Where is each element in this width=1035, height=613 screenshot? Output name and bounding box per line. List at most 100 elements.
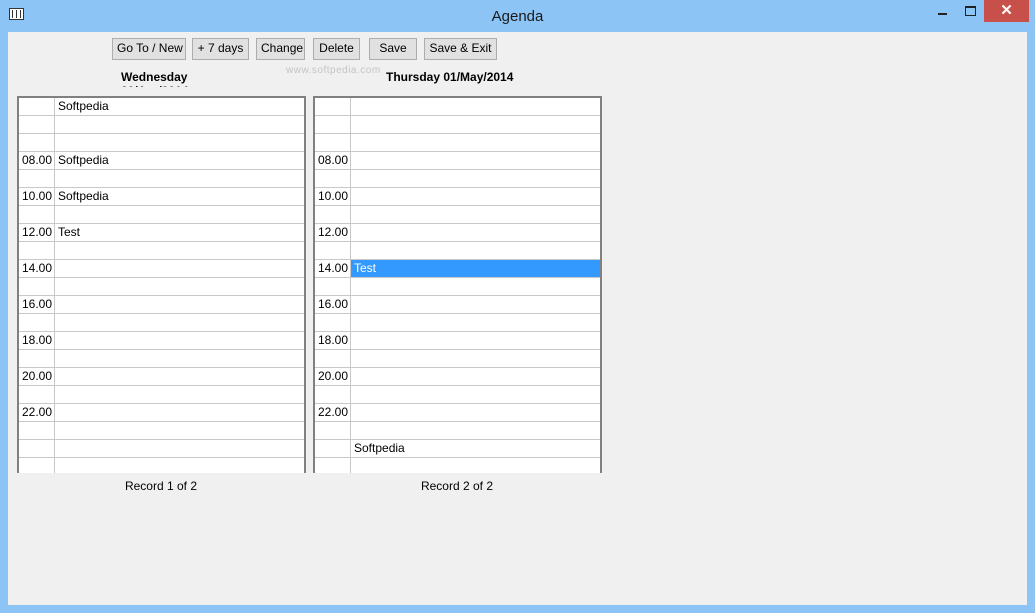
table-row[interactable]: 12.00 Test [19,224,304,242]
entry-cell[interactable] [55,386,304,403]
minimize-button[interactable] [928,0,956,22]
table-row[interactable]: 12.00 [315,224,600,242]
entry-cell[interactable] [351,350,600,367]
table-row[interactable]: 18.00 [315,332,600,350]
entry-cell[interactable]: Softpedia [55,152,304,169]
entry-cell[interactable] [351,98,600,115]
table-row[interactable] [19,314,304,332]
table-row[interactable]: 10.00 [315,188,600,206]
go-to-new-button[interactable]: Go To / New [112,38,186,60]
table-row[interactable] [315,116,600,134]
day1-grid[interactable]: Softpedia 08.00 Softpedia 10.00 Softpedia 12.… [17,96,306,473]
time-cell: 14.00 [19,260,55,277]
change-label: Change [261,41,304,55]
entry-cell[interactable] [351,458,600,473]
entry-cell[interactable] [351,170,600,187]
table-row[interactable]: 14.00 [19,260,304,278]
entry-cell[interactable] [55,404,304,421]
table-row[interactable] [19,350,304,368]
table-row[interactable]: 16.00 [315,296,600,314]
entry-cell[interactable] [351,116,600,133]
entry-cell[interactable] [55,332,304,349]
entry-cell[interactable] [55,368,304,385]
entry-cell[interactable] [55,134,304,151]
entry-cell[interactable]: Test [351,260,600,277]
table-row[interactable] [19,206,304,224]
entry-cell[interactable] [351,332,600,349]
entry-cell[interactable] [55,422,304,439]
table-row[interactable] [19,134,304,152]
plus-7-days-button[interactable]: + 7 days [192,38,249,60]
table-row[interactable]: 20.00 [19,368,304,386]
entry-cell[interactable] [351,404,600,421]
entry-cell[interactable] [55,170,304,187]
save-button[interactable]: Save [369,38,417,60]
entry-cell[interactable] [351,134,600,151]
table-row[interactable] [315,134,600,152]
table-row[interactable]: Softpedia [19,98,304,116]
table-row[interactable] [19,440,304,458]
entry-cell[interactable]: Test [55,224,304,241]
entry-cell[interactable] [55,116,304,133]
table-row[interactable]: 18.00 [19,332,304,350]
entry-cell[interactable] [55,440,304,457]
close-button[interactable]: ✕ [984,0,1029,22]
entry-cell[interactable]: Softpedia [55,98,304,115]
entry-cell[interactable]: Softpedia [351,440,600,457]
entry-cell[interactable] [351,314,600,331]
watermark: www.softpedia.com [286,65,381,76]
time-cell: 10.00 [315,188,351,205]
table-row[interactable]: 16.00 [19,296,304,314]
table-row[interactable] [315,206,600,224]
table-row[interactable]: 22.00 [19,404,304,422]
table-row[interactable]: 10.00 Softpedia [19,188,304,206]
entry-cell[interactable] [351,386,600,403]
table-row[interactable] [19,458,304,473]
table-row[interactable]: 08.00 Softpedia [19,152,304,170]
entry-cell[interactable] [55,314,304,331]
table-row[interactable]: Softpedia [315,440,600,458]
entry-cell[interactable] [351,368,600,385]
table-row[interactable] [315,242,600,260]
table-row[interactable] [19,170,304,188]
table-row[interactable] [315,98,600,116]
table-row[interactable] [315,170,600,188]
entry-cell[interactable] [55,260,304,277]
entry-cell[interactable] [351,224,600,241]
table-row[interactable] [315,386,600,404]
save-exit-button[interactable]: Save & Exit [424,38,497,60]
entry-cell[interactable] [351,242,600,259]
entry-cell[interactable] [55,458,304,473]
table-row[interactable] [19,422,304,440]
table-row[interactable] [315,278,600,296]
change-button[interactable]: Change [256,38,305,60]
table-row[interactable] [315,314,600,332]
table-row[interactable] [19,278,304,296]
entry-cell[interactable] [55,206,304,223]
table-row[interactable]: 08.00 [315,152,600,170]
time-cell [315,386,351,403]
delete-button[interactable]: Delete [313,38,360,60]
table-row[interactable]: 14.00 Test [315,260,600,278]
table-row[interactable] [315,458,600,473]
entry-cell[interactable] [351,278,600,295]
entry-cell[interactable]: Softpedia [55,188,304,205]
day2-grid[interactable]: 08.00 10.00 12.00 14.00 Test 16.00 18.00 20.00 2… [313,96,602,473]
entry-cell[interactable] [55,350,304,367]
entry-cell[interactable] [351,422,600,439]
table-row[interactable] [19,386,304,404]
table-row[interactable] [19,116,304,134]
entry-cell[interactable] [351,188,600,205]
entry-cell[interactable] [351,206,600,223]
entry-cell[interactable] [351,152,600,169]
entry-cell[interactable] [351,296,600,313]
table-row[interactable] [315,350,600,368]
table-row[interactable] [315,422,600,440]
table-row[interactable]: 22.00 [315,404,600,422]
maximize-button[interactable] [956,0,984,22]
entry-cell[interactable] [55,242,304,259]
table-row[interactable] [19,242,304,260]
table-row[interactable]: 20.00 [315,368,600,386]
entry-cell[interactable] [55,296,304,313]
entry-cell[interactable] [55,278,304,295]
